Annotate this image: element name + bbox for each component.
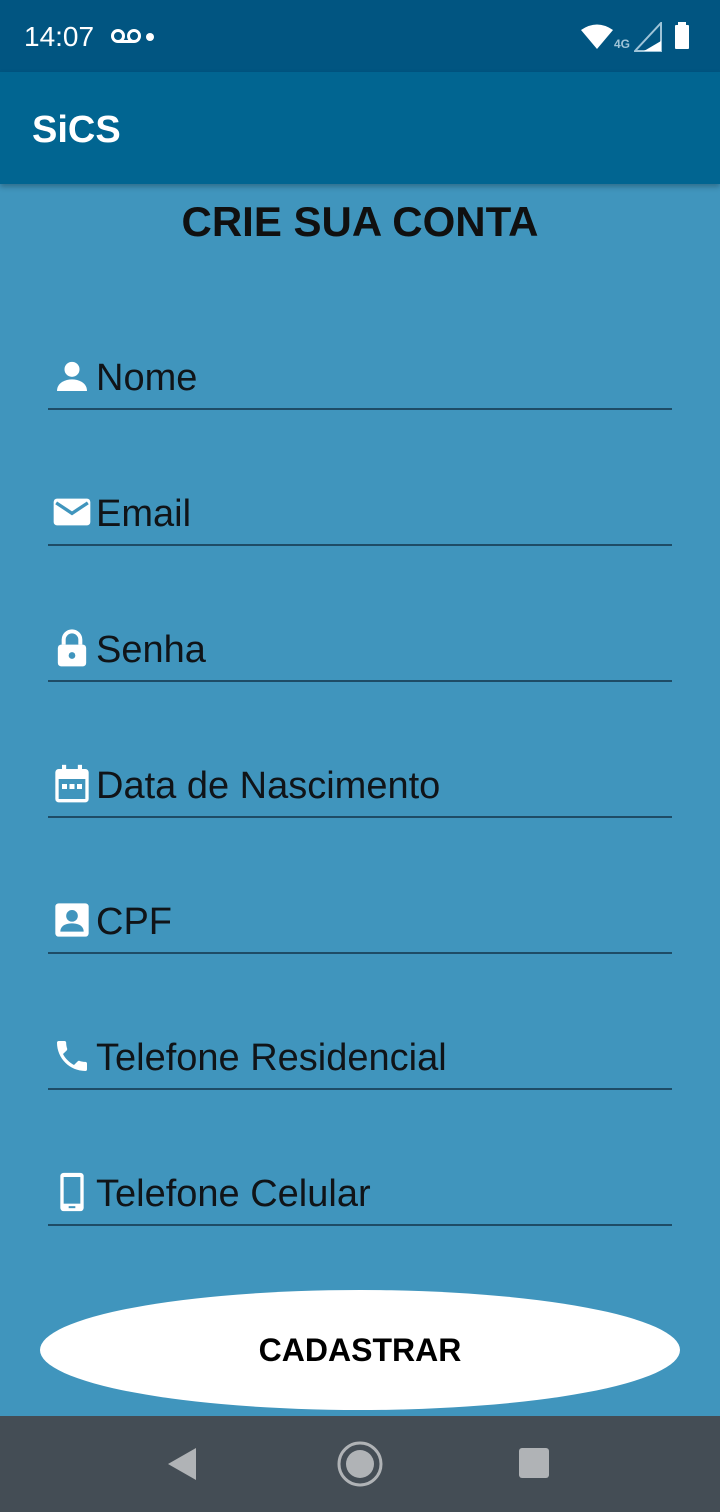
status-time: 14:07 [24,21,95,52]
email-field-label: Email [96,493,192,535]
mobile-phone-field-label: Telefone Celular [96,1173,371,1215]
network-type-label: 4G [614,37,631,51]
notification-dot [146,33,154,41]
back-icon[interactable] [166,1446,198,1482]
phone-icon [57,1041,87,1071]
navigation-bar [0,1416,720,1512]
cpf-field-label: CPF [96,901,172,943]
birth-date-field-label: Data de Nascimento [96,765,441,807]
smartphone-icon [60,1172,84,1212]
home-phone-field-label: Telefone Residencial [96,1037,447,1079]
password-field-label: Senha [96,629,206,671]
voicemail-icon [111,29,141,43]
calendar-icon [55,764,89,803]
mobile-phone-field[interactable]: Telefone Celular [48,1160,672,1226]
cpf-field[interactable]: CPF [48,888,672,954]
home-phone-field[interactable]: Telefone Residencial [48,1024,672,1090]
name-field-label: Nome [96,357,198,399]
wifi-icon [581,24,613,49]
battery-icon [675,22,689,49]
home-icon[interactable] [336,1440,384,1488]
name-field[interactable]: Nome [48,344,672,410]
email-icon [53,498,91,526]
app-title: SiCS [32,109,121,151]
person-icon [57,361,87,391]
lock-icon [57,629,87,667]
recents-icon[interactable] [519,1448,549,1478]
status-bar: 14:07 4G [0,0,720,72]
register-button[interactable]: CADASTRAR [40,1290,680,1410]
birth-date-field[interactable]: Data de Nascimento [48,752,672,818]
app-bar: SiCS [0,72,720,184]
signal-icon [634,22,662,52]
page-title: CRIE SUA CONTA [181,198,539,245]
id-card-icon [55,903,89,937]
email-field[interactable]: Email [48,480,672,546]
password-field[interactable]: Senha [48,616,672,682]
